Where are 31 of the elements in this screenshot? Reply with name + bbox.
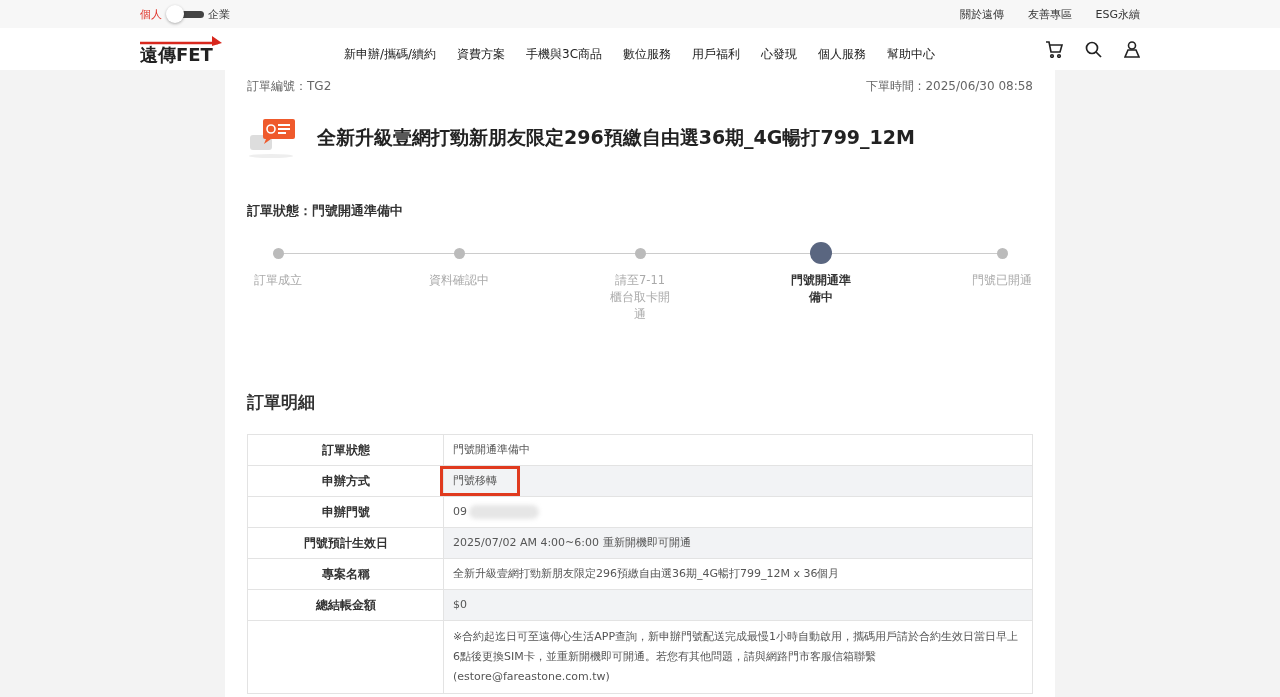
- top-link[interactable]: 友善專區: [1027, 6, 1072, 22]
- step-label: 資料確認中: [428, 272, 490, 289]
- user-icon[interactable]: [1124, 40, 1140, 58]
- search-icon[interactable]: [1085, 40, 1102, 58]
- cart-icon[interactable]: [1045, 40, 1063, 58]
- bill-icon: [247, 117, 297, 159]
- nav-link[interactable]: 數位服務: [623, 45, 672, 63]
- step-label: 門號開通準備中: [790, 272, 852, 306]
- toggle-switch[interactable]: [166, 7, 204, 21]
- section-heading: 訂單明細: [247, 391, 316, 414]
- nav-link[interactable]: 幫助中心: [887, 45, 936, 63]
- segment-label[interactable]: 企業: [208, 6, 230, 22]
- step-label: 請至7-11櫃台取卡開通: [609, 272, 671, 323]
- top-link[interactable]: ESG永續: [1095, 6, 1140, 22]
- segment-label[interactable]: 個人: [140, 6, 162, 22]
- nav-link[interactable]: 個人服務: [818, 45, 867, 63]
- nav-link[interactable]: 資費方案: [457, 45, 506, 63]
- nav-link[interactable]: 新申辦/攜碼/續約: [344, 45, 437, 63]
- order-time: 下單時間 : 2025/06/30 08:58: [865, 78, 1033, 95]
- nav-link[interactable]: 用戶福利: [692, 45, 741, 63]
- logo[interactable]: 遠傳FET: [140, 34, 224, 64]
- value-cell: 2025/07/02 AM 4:00~6:00 重新開機即可開通: [444, 528, 1032, 558]
- value-cell: $0: [444, 590, 1032, 620]
- nav-link[interactable]: 手機與3C商品: [526, 45, 603, 63]
- order-number: 訂單編號：TG2: [247, 78, 332, 95]
- step-label: 門號已開通: [971, 272, 1033, 289]
- order-title: 全新升級壹網打勁新朋友限定296預繳自由選36期_4G暢打799_12M: [317, 125, 915, 151]
- step-label: 訂單成立: [253, 272, 303, 289]
- top-link[interactable]: 關於遠傳: [959, 6, 1004, 22]
- nav-link[interactable]: 心發現: [761, 45, 798, 63]
- order-status: 訂單狀態：門號開通準備中: [247, 203, 404, 220]
